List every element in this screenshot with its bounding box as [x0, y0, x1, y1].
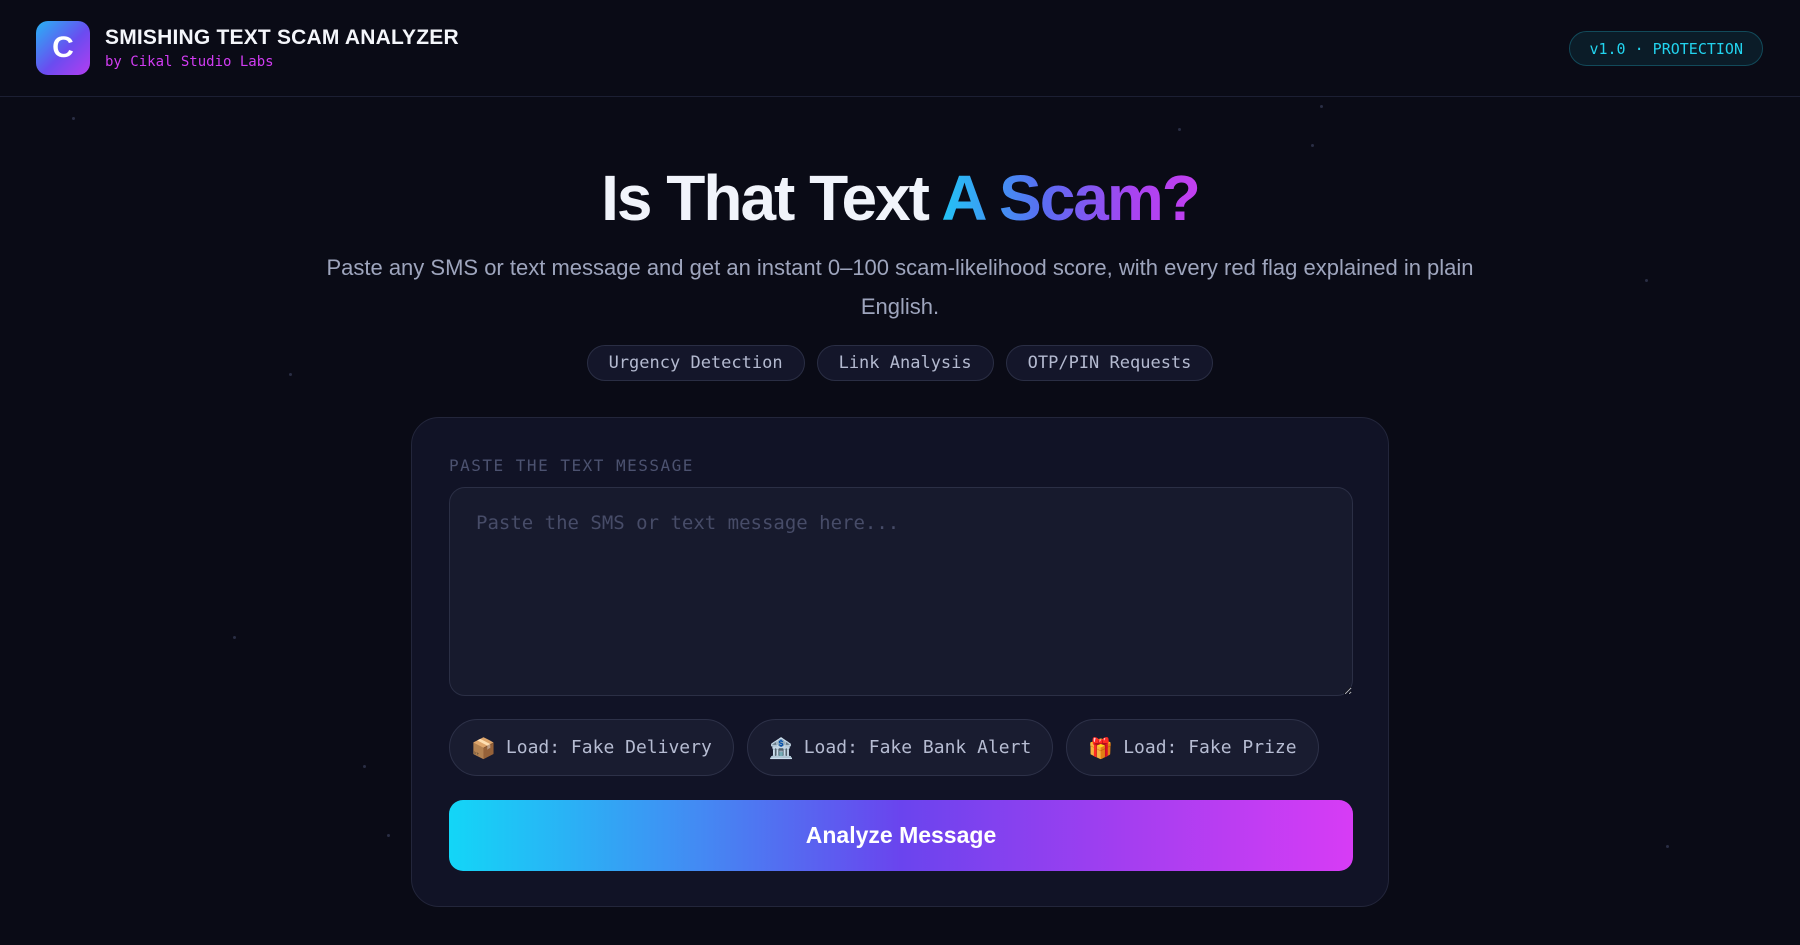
- version-badge: v1.0 · PROTECTION: [1569, 31, 1763, 66]
- load-fake-delivery-button[interactable]: 📦 Load: Fake Delivery: [449, 719, 734, 776]
- message-field-label: PASTE THE TEXT MESSAGE: [449, 456, 694, 475]
- feature-tag: OTP/PIN Requests: [1005, 345, 1214, 381]
- app-header: C SMISHING TEXT SCAM ANALYZER by Cikal S…: [0, 0, 1800, 97]
- brand: SMISHING TEXT SCAM ANALYZER by Cikal Stu…: [105, 26, 459, 70]
- star: [1178, 128, 1181, 131]
- hero-title: Is That Text A Scam?: [0, 160, 1800, 236]
- app-title: SMISHING TEXT SCAM ANALYZER: [105, 26, 459, 49]
- hero-description: Paste any SMS or text message and get an…: [326, 255, 1474, 319]
- hero-title-accent: A Scam?: [941, 162, 1200, 234]
- app-subtitle: by Cikal Studio Labs: [105, 54, 274, 70]
- star: [387, 834, 390, 837]
- bank-icon: 🏦: [768, 735, 794, 760]
- star: [233, 636, 236, 639]
- star: [1645, 279, 1648, 282]
- sample-buttons: 📦 Load: Fake Delivery 🏦 Load: Fake Bank …: [449, 719, 1319, 776]
- star: [1311, 144, 1314, 147]
- star: [72, 117, 75, 120]
- gift-icon: 🎁: [1088, 735, 1114, 760]
- sample-button-label: Load: Fake Bank Alert: [803, 737, 1032, 758]
- analyze-message-button[interactable]: Analyze Message: [449, 800, 1353, 871]
- load-fake-bank-alert-button[interactable]: 🏦 Load: Fake Bank Alert: [746, 719, 1054, 776]
- load-fake-prize-button[interactable]: 🎁 Load: Fake Prize: [1066, 719, 1319, 776]
- sample-button-label: Load: Fake Prize: [1123, 737, 1297, 758]
- feature-tags: Urgency Detection Link Analysis OTP/PIN …: [0, 345, 1800, 381]
- hero-title-plain: Is That Text: [601, 162, 942, 234]
- package-icon: 📦: [471, 735, 496, 760]
- feature-tag: Link Analysis: [816, 345, 994, 381]
- star: [363, 765, 366, 768]
- star: [1320, 105, 1323, 108]
- sample-button-label: Load: Fake Delivery: [505, 737, 712, 758]
- star: [1666, 845, 1669, 848]
- feature-tag: Urgency Detection: [586, 345, 805, 381]
- logo[interactable]: C: [36, 21, 90, 75]
- analyzer-card: PASTE THE TEXT MESSAGE 📦 Load: Fake Deli…: [411, 417, 1389, 907]
- message-input[interactable]: [449, 487, 1353, 696]
